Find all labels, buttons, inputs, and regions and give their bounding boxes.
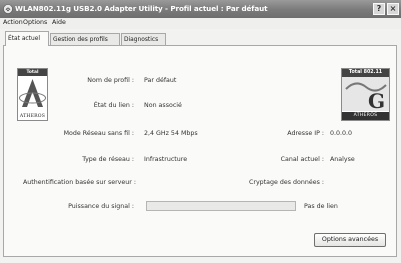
menu-action[interactable]: Action — [3, 19, 23, 26]
logo-left-brand: ATHEROS — [19, 114, 46, 119]
tab-profile-management[interactable]: Gestion des profils — [50, 33, 120, 45]
signal-strength-label: Puissance du signal : — [68, 203, 134, 210]
ip-address-label: Adresse IP : — [287, 130, 324, 137]
logo-left-caption: Total 802.11 — [18, 69, 47, 82]
tab-strip: État actuel Gestion des profils Diagnost… — [0, 31, 401, 46]
menu-help[interactable]: Aide — [52, 19, 66, 26]
window-title: WLAN802.11g USB2.0 Adapter Utility - Pro… — [15, 4, 268, 13]
help-button[interactable]: ? — [373, 3, 385, 15]
tab-current-status[interactable]: État actuel — [5, 31, 49, 46]
application-window: WLAN802.11g USB2.0 Adapter Utility - Pro… — [0, 0, 401, 263]
close-button[interactable]: × — [387, 3, 399, 15]
menu-options[interactable]: Options — [23, 19, 47, 26]
wireless-mode-value: 2,4 GHz 54 Mbps — [144, 130, 198, 137]
atheros-logo-left: Total 802.11 ATHEROS — [17, 68, 48, 121]
signal-strength-bar — [146, 201, 296, 211]
profile-name-value: Par défaut — [144, 77, 177, 84]
profile-name-label: Nom de profil : — [87, 77, 134, 84]
tab-diagnostics[interactable]: Diagnostics — [121, 33, 166, 45]
signal-strength-value: Pas de lien — [304, 203, 338, 210]
atheros-a-icon — [19, 79, 46, 107]
wireless-adapter-icon — [3, 4, 13, 14]
server-auth-label: Authentification basée sur serveur : — [23, 179, 136, 186]
advanced-options-button[interactable]: Options avancées — [314, 233, 386, 247]
link-status-value: Non associé — [144, 102, 182, 109]
logo-right-brand: ATHEROS — [342, 112, 389, 120]
ip-address-value: 0.0.0.0 — [330, 130, 353, 137]
current-channel-value: Analyse — [330, 156, 355, 163]
link-status-label: État du lien : — [93, 102, 134, 109]
wireless-mode-label: Mode Réseau sans fil : — [63, 130, 134, 137]
atheros-logo-right: Total 802.11 G ATHEROS — [341, 68, 390, 121]
logo-right-caption: Total 802.11 — [342, 69, 389, 77]
menu-bar: Action Options Aide — [0, 18, 401, 29]
data-encryption-label: Cryptage des données : — [248, 179, 324, 186]
super-g-icon: G — [342, 77, 389, 113]
title-bar[interactable]: WLAN802.11g USB2.0 Adapter Utility - Pro… — [0, 0, 401, 18]
svg-text:G: G — [368, 89, 385, 111]
network-type-value: Infrastructure — [144, 156, 188, 163]
status-panel: Total 802.11 ATHEROS Total 802.11 G ATHE… — [3, 45, 397, 257]
network-type-label: Type de réseau : — [82, 156, 134, 163]
current-channel-label: Canal actuel : — [280, 156, 324, 163]
